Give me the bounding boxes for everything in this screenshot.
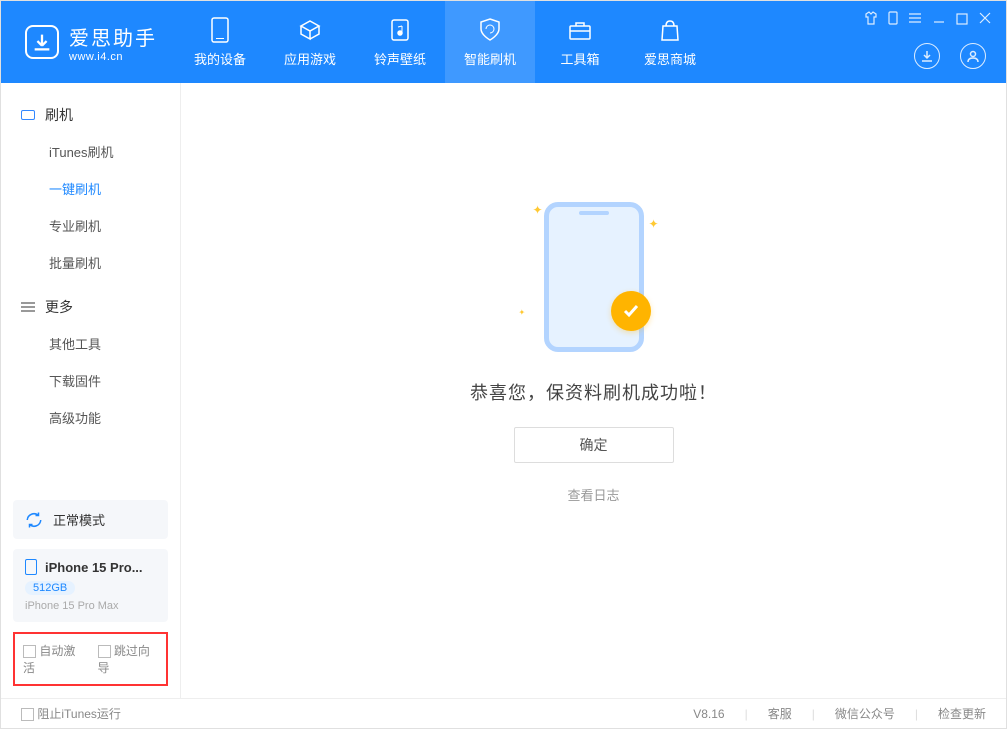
status-right: V8.16 | 客服 | 微信公众号 | 检查更新 — [693, 705, 986, 722]
wechat-link[interactable]: 微信公众号 — [835, 705, 895, 722]
sidebar-group-more: 更多 — [1, 289, 180, 325]
check-update-link[interactable]: 检查更新 — [938, 705, 986, 722]
sidebar-item-download-firmware[interactable]: 下载固件 — [1, 362, 180, 399]
status-bar: 阻止iTunes运行 V8.16 | 客服 | 微信公众号 | 检查更新 — [1, 698, 1006, 728]
sidebar-item-itunes-flash[interactable]: iTunes刷机 — [1, 133, 180, 170]
brand-subtitle: www.i4.cn — [69, 51, 157, 63]
sidebar-item-pro-flash[interactable]: 专业刷机 — [1, 207, 180, 244]
sidebar-item-other-tools[interactable]: 其他工具 — [1, 325, 180, 362]
mode-label: 正常模式 — [53, 510, 105, 529]
phone-small-icon[interactable] — [888, 11, 898, 30]
nav-toolbox[interactable]: 工具箱 — [535, 1, 625, 83]
flash-group-icon — [21, 110, 35, 120]
sidebar-group-flash: 刷机 — [1, 97, 180, 133]
logo-icon — [25, 25, 59, 59]
checkbox-annotation-box: 自动激活 跳过向导 — [13, 632, 168, 686]
mode-card[interactable]: 正常模式 — [13, 500, 168, 539]
ok-button[interactable]: 确定 — [514, 427, 674, 463]
download-icon[interactable] — [914, 43, 940, 69]
app-body: 刷机 iTunes刷机 一键刷机 专业刷机 批量刷机 更多 其他工具 下载固件 … — [1, 83, 1006, 698]
device-icon — [207, 17, 233, 43]
menu-icon[interactable] — [908, 11, 922, 30]
sidebar-item-advanced[interactable]: 高级功能 — [1, 399, 180, 436]
bag-icon — [657, 17, 683, 43]
close-icon[interactable] — [978, 11, 992, 30]
phone-icon — [25, 559, 37, 575]
nav-smart-flash[interactable]: 智能刷机 — [445, 1, 535, 83]
sidebar-item-batch-flash[interactable]: 批量刷机 — [1, 244, 180, 281]
success-message: 恭喜您，保资料刷机成功啦！ — [470, 379, 717, 405]
sidebar-item-oneclick-flash[interactable]: 一键刷机 — [1, 170, 180, 207]
header-user-icons — [914, 43, 986, 69]
nav-my-device[interactable]: 我的设备 — [175, 1, 265, 83]
device-card[interactable]: iPhone 15 Pro... 512GB iPhone 15 Pro Max — [13, 549, 168, 622]
success-illustration: ✦ ✦ ✦ — [509, 197, 679, 357]
nav-apps-games[interactable]: 应用游戏 — [265, 1, 355, 83]
nav-store[interactable]: 爱思商城 — [625, 1, 715, 83]
device-model: iPhone 15 Pro Max — [25, 600, 156, 612]
sidebar-bottom: 正常模式 iPhone 15 Pro... 512GB iPhone 15 Pr… — [1, 488, 180, 698]
shield-refresh-icon — [477, 17, 503, 43]
version-label: V8.16 — [693, 707, 724, 721]
nav-ringtone-wallpaper[interactable]: 铃声壁纸 — [355, 1, 445, 83]
logo-area: 爱思助手 www.i4.cn — [25, 22, 175, 63]
block-itunes-checkbox[interactable]: 阻止iTunes运行 — [21, 705, 121, 722]
auto-activate-checkbox[interactable]: 自动激活 — [23, 642, 84, 676]
refresh-icon — [25, 511, 43, 529]
more-group-icon — [21, 302, 35, 312]
sidebar: 刷机 iTunes刷机 一键刷机 专业刷机 批量刷机 更多 其他工具 下载固件 … — [1, 83, 181, 698]
skin-icon[interactable] — [864, 11, 878, 30]
maximize-icon[interactable] — [956, 12, 968, 30]
skip-wizard-checkbox[interactable]: 跳过向导 — [98, 642, 159, 676]
main-nav: 我的设备 应用游戏 铃声壁纸 智能刷机 工具箱 爱思商城 — [175, 1, 715, 83]
toolbox-icon — [567, 17, 593, 43]
music-icon — [387, 17, 413, 43]
storage-badge: 512GB — [25, 581, 75, 595]
support-link[interactable]: 客服 — [768, 705, 792, 722]
cube-icon — [297, 17, 323, 43]
user-icon[interactable] — [960, 43, 986, 69]
check-badge-icon — [611, 291, 651, 331]
minimize-icon[interactable] — [932, 11, 946, 30]
window-controls — [864, 11, 992, 30]
main-content: ✦ ✦ ✦ 恭喜您，保资料刷机成功啦！ 确定 查看日志 — [181, 83, 1006, 698]
app-header: 爱思助手 www.i4.cn 我的设备 应用游戏 铃声壁纸 智能刷机 工具箱 爱… — [1, 1, 1006, 83]
device-name-row: iPhone 15 Pro... — [25, 559, 156, 575]
brand-title: 爱思助手 — [69, 22, 157, 51]
view-log-link[interactable]: 查看日志 — [567, 485, 619, 504]
brand: 爱思助手 www.i4.cn — [69, 22, 157, 63]
